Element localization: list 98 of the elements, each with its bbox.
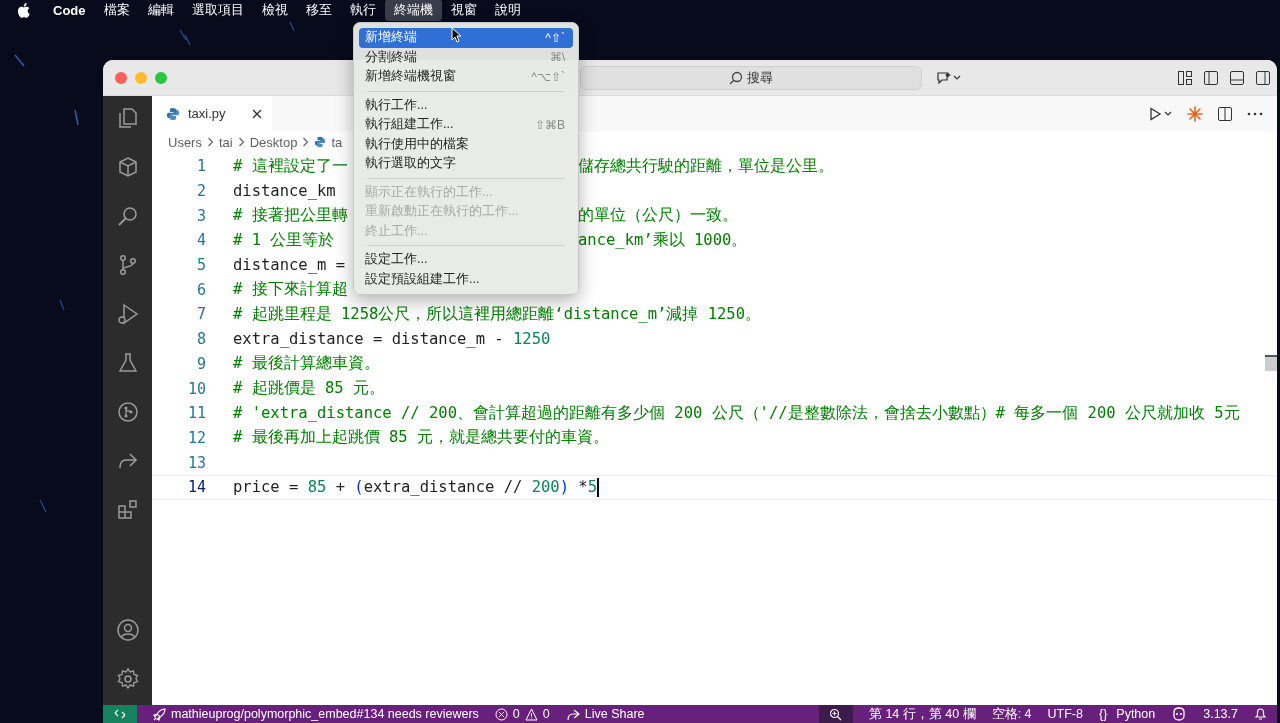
- share-arrow-icon: [565, 707, 580, 721]
- error-icon: [494, 707, 508, 721]
- code-line: ance_km’乘以 1000。: [578, 229, 748, 251]
- line-number: 1: [195, 157, 206, 176]
- menu-bar-item[interactable]: 檔案: [94, 0, 139, 21]
- secondary-sidebar-icon[interactable]: [1255, 69, 1271, 86]
- menu-item[interactable]: 新增終端機視窗 ^⌥⇧`: [359, 67, 573, 87]
- code-line: distance_m =: [233, 256, 345, 275]
- editor-tab[interactable]: taxi.py: [152, 96, 272, 131]
- menu-bar-item[interactable]: 檢視: [252, 0, 297, 21]
- breadcrumb-item[interactable]: tai: [218, 134, 233, 150]
- code-line: distance_km: [233, 182, 336, 201]
- code-line: # 'extra_distance // 200、會計算超過的距離有多少個 200 公尺（'//是整數除法，會捨去小數點）# 每多一個 200 公尺就加收 5元: [233, 402, 1240, 424]
- code-line: # 接著把公里轉: [233, 205, 348, 227]
- menu-item[interactable]: 設定預設組建工作...: [359, 269, 573, 289]
- settings-icon[interactable]: [115, 667, 140, 691]
- menu-bar-item[interactable]: 移至: [296, 0, 341, 21]
- code-line: 的單位（公尺）一致。: [578, 205, 738, 227]
- menu-bar-item[interactable]: 說明: [485, 0, 530, 21]
- breadcrumb-item[interactable]: Users: [168, 134, 202, 150]
- line-number: 10: [186, 379, 206, 398]
- code-line: extra_distance = distance_m - 1250: [233, 330, 551, 349]
- pull-request-status[interactable]: mathieuprog/polymorphic_embed#134 needs reviewers: [153, 707, 479, 721]
- menu-bar-item[interactable]: 視窗: [441, 0, 486, 21]
- extensions-icon[interactable]: [115, 498, 140, 522]
- copilot-icon[interactable]: [1171, 707, 1188, 721]
- line-number: 6: [195, 280, 206, 299]
- apple-icon[interactable]: [17, 2, 30, 18]
- problems-status[interactable]: 0 0: [494, 707, 550, 721]
- language-mode[interactable]: {} Python: [1098, 707, 1156, 721]
- run-icon[interactable]: [1149, 106, 1173, 121]
- remote-icon: [114, 708, 126, 720]
- pull-request-icon[interactable]: [115, 400, 140, 424]
- close-icon[interactable]: [252, 108, 262, 119]
- live-share-button[interactable]: Live Share: [565, 707, 645, 721]
- warning-icon: [524, 707, 538, 721]
- account-icon[interactable]: [115, 618, 140, 642]
- line-number: 11: [186, 404, 206, 423]
- code-line: # 起跳里程是 1258公尺，所以這裡用總距離‘distance_m’減掉 1250。: [233, 303, 761, 325]
- more-icon[interactable]: [1247, 111, 1263, 116]
- python-icon: [314, 136, 327, 148]
- menu-bar-item[interactable]: Code: [44, 0, 95, 20]
- search-placeholder: 搜尋: [747, 68, 773, 87]
- run-debug-icon[interactable]: [115, 302, 140, 326]
- code-line: # 起跳價是 85 元。: [233, 378, 385, 400]
- menu-item[interactable]: 設定工作...: [359, 250, 573, 270]
- breadcrumb-item[interactable]: Desktop: [249, 134, 298, 150]
- breadcrumb-item[interactable]: ta: [331, 134, 343, 150]
- mouse-pointer-icon: [451, 27, 462, 43]
- rocket-icon: [153, 707, 166, 721]
- menu-item[interactable]: 分割終端 ⌘\: [359, 47, 573, 67]
- code-line: # 最後再加上起跳價 85 元，就是總共要付的車資。: [233, 427, 609, 449]
- chat-menu-button[interactable]: [936, 70, 962, 85]
- scrollbar-marker: [1265, 355, 1277, 371]
- menu-item[interactable]: 執行使用中的檔案: [359, 134, 573, 154]
- search-field[interactable]: 搜尋: [580, 65, 922, 90]
- zoom-in-icon: [829, 707, 843, 721]
- code-line: # 這裡設定了一: [233, 155, 348, 177]
- cursor-position[interactable]: 第 14 行，第 40 欄: [868, 705, 976, 723]
- menu-bar-item[interactable]: 執行: [340, 0, 385, 21]
- code-line: # 最後計算總車資。: [233, 353, 380, 375]
- line-number: 12: [186, 428, 206, 447]
- line-number: 4: [195, 231, 206, 250]
- line-number: 7: [195, 305, 206, 324]
- menu-bar-item[interactable]: 編輯: [138, 0, 183, 21]
- line-number: 14: [186, 478, 206, 497]
- chevron-icon: [237, 137, 245, 147]
- menu-item[interactable]: 執行選取的文字: [359, 154, 573, 174]
- chevron-icon: [206, 137, 214, 147]
- layout-icon[interactable]: [1177, 69, 1193, 86]
- search-icon: [729, 70, 743, 85]
- sidebar-toggle-icon[interactable]: [1203, 69, 1219, 86]
- encoding-status[interactable]: UTF-8: [1047, 707, 1083, 721]
- code-line: # 1 公里等於: [233, 229, 335, 251]
- menu-item[interactable]: 執行組建工作... ⇧⌘B: [359, 115, 573, 135]
- menu-bar-item[interactable]: 選取項目: [182, 0, 253, 21]
- code-line: # 接下來計算超: [233, 279, 348, 301]
- line-number: 8: [195, 330, 206, 349]
- line-number: 2: [195, 182, 206, 201]
- sparkle-icon[interactable]: [1187, 105, 1203, 122]
- line-number: 3: [195, 206, 206, 225]
- python-icon: [166, 106, 180, 121]
- split-editor-icon[interactable]: [1217, 105, 1233, 122]
- code-line: price = 85 + (extra_distance // 200) *5: [233, 478, 597, 497]
- panel-toggle-icon[interactable]: [1229, 69, 1245, 86]
- menu-bar-item[interactable]: 終端機: [384, 0, 442, 21]
- line-number: 9: [195, 354, 206, 373]
- text-cursor: [597, 477, 599, 497]
- bell-icon[interactable]: [1254, 707, 1267, 721]
- line-number: 5: [195, 256, 206, 275]
- zoom-button[interactable]: [818, 705, 853, 723]
- chevron-icon: [302, 137, 310, 147]
- python-version[interactable]: 3.13.7: [1203, 707, 1238, 721]
- indentation-status[interactable]: 空格: 4: [991, 705, 1032, 723]
- menu-item[interactable]: 新增終端 ^⇧`: [359, 28, 573, 48]
- menu-item[interactable]: 執行工作...: [359, 95, 573, 115]
- line-number: 13: [186, 453, 206, 472]
- code-line: 儲存總共行駛的距離，單位是公里。: [578, 155, 834, 177]
